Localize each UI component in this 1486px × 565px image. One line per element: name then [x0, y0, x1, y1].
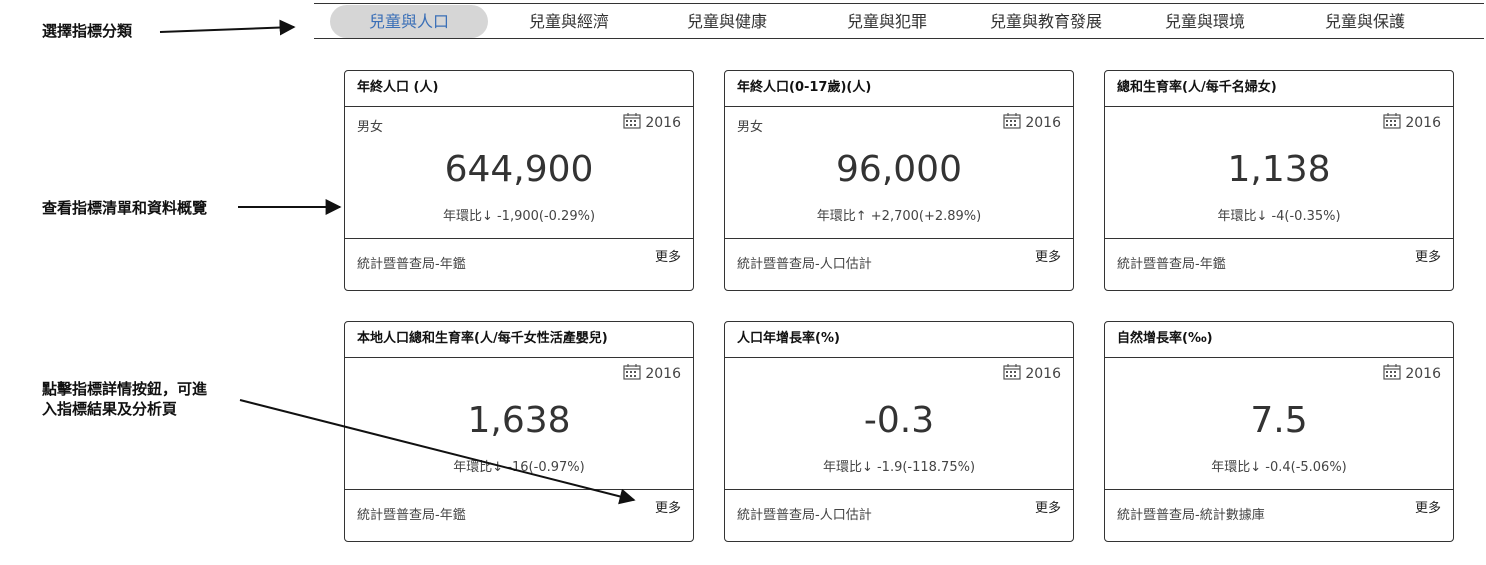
year-label: 2016 — [1025, 115, 1061, 131]
card-title: 人口年增長率(%) — [725, 322, 1073, 358]
card-title: 自然增長率(‰) — [1105, 322, 1453, 358]
tab-protection[interactable]: 兒童與保護 — [1308, 5, 1422, 38]
calendar-icon — [623, 113, 645, 133]
year-label: 2016 — [1025, 366, 1061, 382]
tab-crime[interactable]: 兒童與犯罪 — [830, 5, 944, 38]
tab-health[interactable]: 兒童與健康 — [670, 5, 784, 38]
indicator-card: 本地人口總和生育率(人/每千女性活產嬰兒) 2016 1,638 年環比↓ -1… — [344, 321, 694, 542]
card-year: 2016 — [1383, 364, 1441, 384]
card-title: 本地人口總和生育率(人/每千女性活產嬰兒) — [345, 322, 693, 358]
indicator-card: 年終人口 (人) 男女 2016 644,900 年環比↓ -1,900(-0.… — [344, 70, 694, 291]
card-change: 年環比↓ -16(-0.97%) — [453, 460, 585, 475]
year-label: 2016 — [1405, 115, 1441, 131]
more-button[interactable]: 更多 — [1415, 497, 1441, 516]
card-year: 2016 — [1003, 364, 1061, 384]
tab-population[interactable]: 兒童與人口 — [330, 5, 488, 38]
calendar-icon — [1003, 113, 1025, 133]
year-label: 2016 — [645, 366, 681, 382]
card-value: -0.3 — [863, 400, 935, 441]
more-button[interactable]: 更多 — [655, 497, 681, 516]
card-source: 統計暨普查局-年鑑 — [357, 257, 466, 272]
tab-environment[interactable]: 兒童與環境 — [1148, 5, 1262, 38]
card-source: 統計暨普查局-人口估計 — [737, 257, 872, 272]
more-button[interactable]: 更多 — [1415, 246, 1441, 265]
annotation-click-detail-line2: 入指標結果及分析頁 — [42, 400, 178, 418]
card-title: 年終人口 (人) — [345, 71, 693, 107]
annotation-view-list: 查看指標清單和資料概覽 — [42, 199, 208, 217]
annotation-select-category: 選擇指標分類 — [42, 22, 133, 40]
calendar-icon — [1383, 364, 1405, 384]
card-source: 統計暨普查局-人口估計 — [737, 508, 872, 523]
calendar-icon — [1383, 113, 1405, 133]
arrow-to-tabs — [159, 19, 296, 36]
annotation-click-detail-line1: 點擊指標詳情按鈕，可進 — [42, 380, 208, 398]
calendar-icon — [1003, 364, 1025, 384]
indicator-card: 人口年增長率(%) 2016 -0.3 年環比↓ -1.9(-118.75%) … — [724, 321, 1074, 542]
card-value: 7.5 — [1250, 400, 1308, 441]
more-button[interactable]: 更多 — [1035, 246, 1061, 265]
indicator-card: 總和生育率(人/每千名婦女) 2016 1,138 年環比↓ -4(-0.35%… — [1104, 70, 1454, 291]
indicator-card: 年終人口(0-17歲)(人) 男女 2016 96,000 年環比↑ +2,70… — [724, 70, 1074, 291]
card-year: 2016 — [623, 113, 681, 133]
tab-education[interactable]: 兒童與教育發展 — [978, 5, 1114, 38]
card-year: 2016 — [1003, 113, 1061, 133]
calendar-icon — [623, 364, 645, 384]
card-year: 2016 — [623, 364, 681, 384]
card-source: 統計暨普查局-年鑑 — [357, 508, 466, 523]
indicator-card: 自然增長率(‰) 2016 7.5 年環比↓ -0.4(-5.06%) 統計暨普… — [1104, 321, 1454, 542]
card-value: 1,638 — [467, 400, 571, 441]
more-button[interactable]: 更多 — [1035, 497, 1061, 516]
card-title: 年終人口(0-17歲)(人) — [725, 71, 1073, 107]
card-value: 644,900 — [444, 149, 594, 190]
card-value: 1,138 — [1227, 149, 1331, 190]
card-title: 總和生育率(人/每千名婦女) — [1105, 71, 1453, 107]
card-source: 統計暨普查局-年鑑 — [1117, 257, 1226, 272]
annotation-click-detail: 點擊指標詳情按鈕，可進 入指標結果及分析頁 — [42, 379, 207, 419]
card-change: 年環比↓ -1.9(-118.75%) — [822, 460, 976, 475]
card-change: 年環比↓ -4(-0.35%) — [1217, 209, 1341, 224]
more-button[interactable]: 更多 — [655, 246, 681, 265]
card-year: 2016 — [1383, 113, 1441, 133]
card-change: 年環比↓ -1,900(-0.29%) — [442, 209, 596, 224]
card-change: 年環比↑ +2,700(+2.89%) — [816, 209, 982, 224]
card-change: 年環比↓ -0.4(-5.06%) — [1211, 460, 1347, 475]
category-tab-bar: 兒童與人口 兒童與經濟 兒童與健康 兒童與犯罪 兒童與教育發展 兒童與環境 兒童… — [314, 3, 1484, 39]
tab-economy[interactable]: 兒童與經濟 — [512, 5, 626, 38]
year-label: 2016 — [645, 115, 681, 131]
card-source: 統計暨普查局-統計數據庫 — [1117, 508, 1265, 523]
card-value: 96,000 — [836, 149, 962, 190]
card-gender: 男女 — [737, 120, 764, 135]
year-label: 2016 — [1405, 366, 1441, 382]
card-gender: 男女 — [357, 120, 384, 135]
